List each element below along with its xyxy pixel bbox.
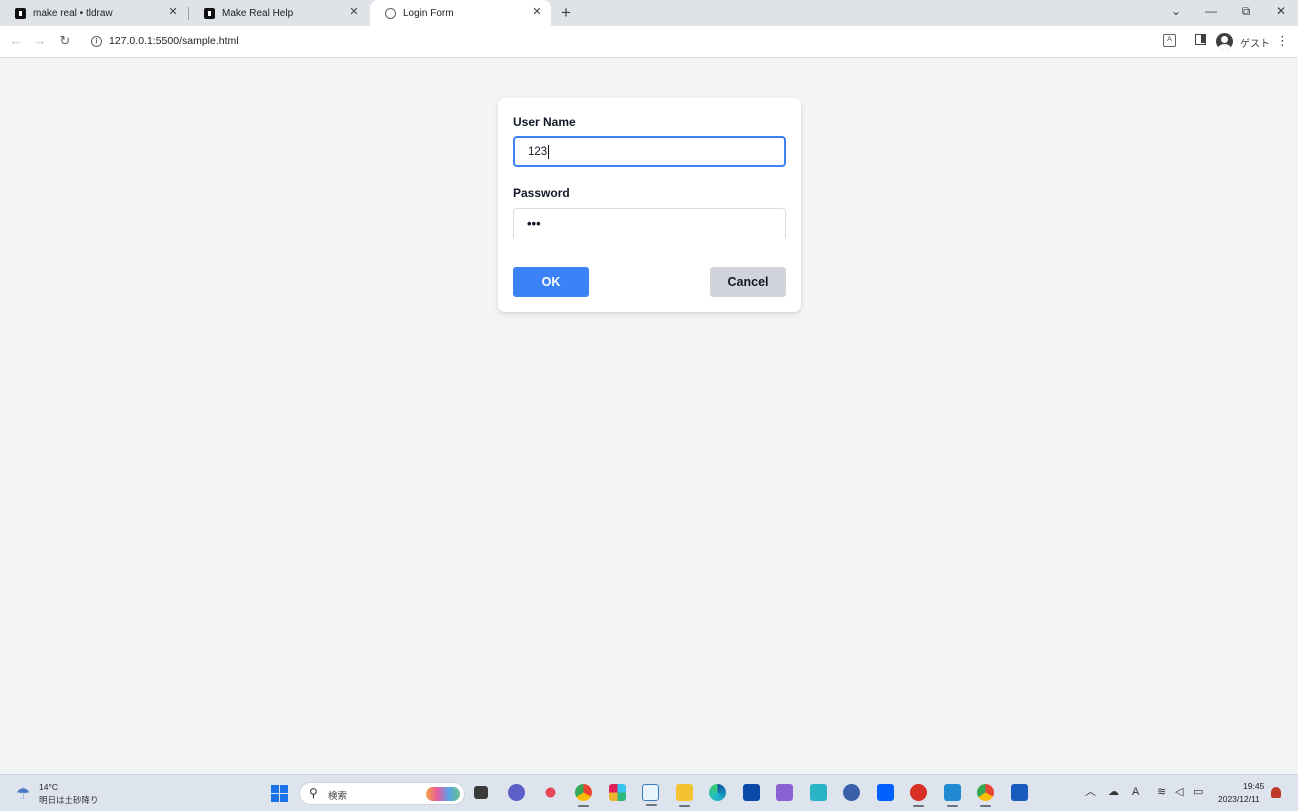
file-explorer-icon[interactable] bbox=[676, 784, 693, 807]
slack-icon[interactable] bbox=[609, 784, 626, 801]
app-purple-icon[interactable] bbox=[776, 784, 793, 801]
volume-icon[interactable]: ◁ bbox=[1175, 786, 1183, 799]
kebab-menu-icon[interactable]: ⋮ bbox=[1276, 34, 1289, 48]
new-tab-button[interactable]: + bbox=[561, 4, 571, 21]
edge-icon[interactable] bbox=[709, 784, 726, 801]
search-icon: ⚲ bbox=[309, 786, 318, 800]
close-tab-icon[interactable]: ✕ bbox=[167, 6, 179, 19]
search-highlight-image bbox=[426, 787, 460, 801]
clock-date[interactable]: 2023/12/11 bbox=[1218, 794, 1260, 804]
username-input[interactable]: 123 bbox=[513, 136, 786, 167]
notification-bell-icon[interactable] bbox=[1271, 787, 1281, 798]
forward-arrow-icon[interactable]: → bbox=[32, 33, 48, 49]
weather-rain-icon[interactable]: ☂ bbox=[16, 784, 30, 804]
cancel-button[interactable]: Cancel bbox=[710, 267, 786, 297]
tab-make-real-help[interactable]: Make Real Help ✕ bbox=[189, 0, 368, 26]
search-placeholder: 検索 bbox=[328, 791, 348, 802]
close-tab-icon[interactable]: ✕ bbox=[348, 6, 360, 19]
tldraw-favicon-icon bbox=[204, 7, 215, 19]
ime-icon[interactable]: A bbox=[1132, 786, 1139, 799]
ok-button[interactable]: OK bbox=[513, 267, 589, 297]
browser-toolbar: ← → ↻ i 127.0.0.1:5500/sample.html A ゲスト… bbox=[0, 26, 1298, 58]
password-masked-value: ••• bbox=[527, 216, 541, 231]
taskbar-search[interactable]: ⚲ 検索 bbox=[299, 782, 465, 805]
chrome-icon[interactable] bbox=[575, 784, 592, 807]
tab-search-icon[interactable]: ⌄ bbox=[1169, 4, 1183, 18]
onedrive-cloud-icon[interactable]: ☁ bbox=[1108, 786, 1119, 799]
side-panel-icon[interactable] bbox=[1195, 34, 1206, 45]
login-form-card: User Name 123 Password ••• OK Cancel bbox=[498, 98, 801, 312]
app-red-icon[interactable] bbox=[910, 784, 927, 807]
username-value: 123 bbox=[528, 145, 548, 158]
globe-icon bbox=[385, 7, 396, 19]
app-teal-icon[interactable] bbox=[810, 784, 827, 801]
app-flower-icon[interactable] bbox=[542, 784, 559, 801]
app-circle-icon[interactable] bbox=[843, 784, 860, 801]
tab-title: Make Real Help bbox=[222, 7, 294, 19]
tab-make-real-tldraw[interactable]: make real • tldraw ✕ bbox=[0, 0, 187, 26]
profile-avatar-icon[interactable] bbox=[1216, 33, 1233, 50]
notepad-icon[interactable] bbox=[642, 784, 659, 806]
windows-start-icon[interactable] bbox=[271, 785, 288, 802]
weather-temperature[interactable]: 14°C bbox=[39, 782, 58, 792]
tab-title: Login Form bbox=[403, 7, 454, 19]
username-label: User Name bbox=[513, 115, 576, 129]
task-view-icon[interactable] bbox=[474, 786, 488, 799]
weather-forecast[interactable]: 明日は土砂降り bbox=[39, 794, 99, 806]
text-caret bbox=[548, 144, 550, 159]
dropbox-icon[interactable] bbox=[877, 784, 894, 801]
tab-login-form[interactable]: Login Form ✕ bbox=[370, 0, 551, 26]
tab-title: make real • tldraw bbox=[33, 7, 113, 19]
tldraw-favicon-icon bbox=[15, 7, 26, 19]
reload-icon[interactable]: ↻ bbox=[57, 33, 73, 49]
address-bar[interactable]: 127.0.0.1:5500/sample.html bbox=[109, 35, 239, 47]
minimize-icon[interactable]: — bbox=[1204, 4, 1218, 18]
chrome-active-icon[interactable] bbox=[977, 784, 994, 807]
word-icon[interactable] bbox=[1011, 784, 1028, 801]
restore-icon[interactable]: ⧉ bbox=[1239, 4, 1253, 19]
password-label: Password bbox=[513, 186, 570, 200]
translate-icon[interactable]: A bbox=[1163, 34, 1176, 47]
site-info-icon[interactable]: i bbox=[91, 36, 102, 47]
clock-time[interactable]: 19:45 bbox=[1243, 781, 1264, 791]
password-input[interactable]: ••• bbox=[513, 208, 786, 238]
profile-label[interactable]: ゲスト bbox=[1240, 35, 1270, 50]
wifi-icon[interactable]: ≋ bbox=[1157, 786, 1166, 799]
battery-icon[interactable]: ▭ bbox=[1193, 786, 1203, 799]
close-window-icon[interactable]: ✕ bbox=[1274, 4, 1288, 18]
browser-tab-strip: make real • tldraw ✕ Make Real Help ✕ Lo… bbox=[0, 0, 1298, 26]
vscode-icon[interactable] bbox=[944, 784, 961, 807]
windows-taskbar: ☂ 14°C 明日は土砂降り ⚲ 検索 ︿ ☁ A ≋ ◁ ▭ 19:45 20… bbox=[0, 774, 1298, 811]
back-arrow-icon[interactable]: ← bbox=[8, 33, 24, 49]
teams-chat-icon[interactable] bbox=[508, 784, 525, 801]
store-icon[interactable] bbox=[743, 784, 760, 801]
show-hidden-icons-chevron-icon[interactable]: ︿ bbox=[1085, 786, 1096, 799]
close-tab-icon[interactable]: ✕ bbox=[531, 6, 543, 19]
